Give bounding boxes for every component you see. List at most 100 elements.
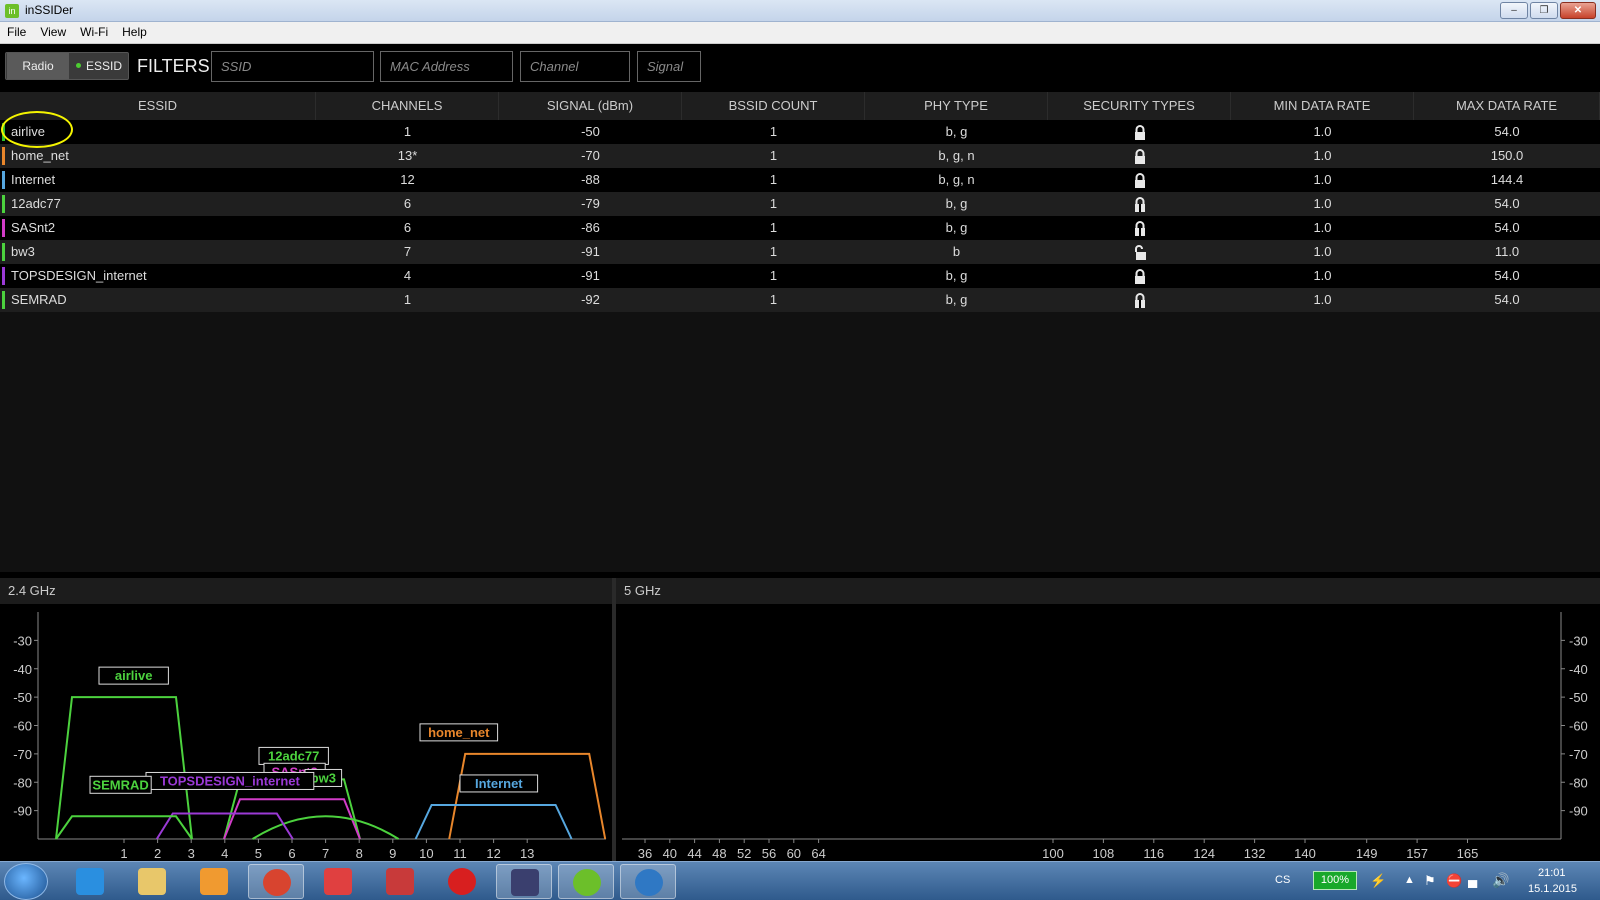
channel-filter-input[interactable]	[520, 51, 630, 82]
signal-curve	[414, 803, 573, 840]
minimize-button[interactable]: –	[1500, 2, 1528, 19]
col-min-rate[interactable]: MIN DATA RATE	[1231, 92, 1414, 120]
col-essid[interactable]: ESSID	[0, 92, 316, 120]
col-channels[interactable]: CHANNELS	[316, 92, 499, 120]
power-plug-icon[interactable]: ⚡	[1370, 873, 1386, 889]
x-tick-label: 7	[322, 846, 329, 861]
taskbar-media-player-button[interactable]	[186, 864, 242, 899]
essid-toggle[interactable]: ESSID	[70, 53, 128, 79]
signal-filter-input[interactable]	[637, 51, 701, 82]
cell-min-rate: 1.0	[1313, 292, 1332, 307]
inssider-icon	[573, 869, 601, 896]
y-tick-label: -30	[1569, 633, 1588, 648]
signal-curve	[223, 798, 361, 840]
security-alert-icon[interactable]: ⛔	[1446, 873, 1462, 889]
x-tick-label: 40	[663, 846, 677, 861]
col-phy-type[interactable]: PHY TYPE	[865, 92, 1048, 120]
mac-filter-input[interactable]	[380, 51, 513, 82]
cell-phy-type: b, g	[945, 220, 968, 235]
close-button[interactable]: ✕	[1560, 2, 1596, 19]
x-tick-label: 100	[1042, 846, 1064, 861]
col-bssid-count[interactable]: BSSID COUNT	[682, 92, 865, 120]
cell-max-rate: 54.0	[1494, 220, 1520, 235]
weak-lock-icon	[1134, 196, 1145, 212]
menu-help[interactable]: Help	[115, 22, 154, 39]
cell-security	[1048, 144, 1231, 168]
cell-security	[1048, 120, 1231, 144]
table-row[interactable]: Internet 12 -88 1 b, g, n 1.0 144.4	[0, 168, 1600, 192]
taskbar-chrome-button[interactable]	[248, 864, 304, 899]
active-dot-icon	[75, 63, 81, 68]
cell-signal: -86	[581, 220, 600, 235]
table-row[interactable]: airlive 1 -50 1 b, g 1.0 54.0	[0, 120, 1600, 144]
start-button-icon[interactable]	[4, 863, 48, 900]
taskbar-app-grid-button[interactable]	[310, 864, 366, 899]
network-label: 12adc77	[268, 748, 319, 763]
x-tick-label: 3	[188, 846, 195, 861]
ssid-filter-input[interactable]	[211, 51, 374, 82]
cell-bssid-count: 1	[769, 148, 778, 163]
cell-channels: 6	[403, 220, 412, 235]
clock-date[interactable]: 15.1.2015	[1528, 883, 1577, 895]
internet-explorer-icon	[76, 868, 104, 895]
cell-bssid-count: 1	[769, 124, 778, 139]
cell-essid: home_net	[11, 148, 69, 163]
menu-bar: File View Wi-Fi Help	[0, 22, 1600, 44]
cell-bssid-count: 1	[769, 172, 778, 187]
table-row[interactable]: bw3 7 -91 1 b 1.0 11.0	[0, 240, 1600, 264]
cell-min-rate: 1.0	[1313, 220, 1332, 235]
table-row[interactable]: TOPSDESIGN_internet 4 -91 1 b, g 1.0 54.0	[0, 264, 1600, 288]
y-tick-label: -40	[13, 662, 32, 677]
menu-view[interactable]: View	[33, 22, 73, 39]
taskbar-save-app-button[interactable]	[496, 864, 552, 899]
cell-bssid-count: 1	[769, 292, 778, 307]
col-signal[interactable]: SIGNAL (dBm)	[499, 92, 682, 120]
table-row[interactable]: home_net 13* -70 1 b, g, n 1.0 150.0	[0, 144, 1600, 168]
table-row[interactable]: 12adc77 6 -79 1 b, g 1.0 54.0	[0, 192, 1600, 216]
y-tick-label: -30	[13, 633, 32, 648]
cell-channels: 1	[403, 292, 412, 307]
menu-file[interactable]: File	[0, 22, 33, 39]
taskbar-inssider-button[interactable]	[558, 864, 614, 899]
network-label: SEMRAD	[92, 777, 148, 792]
radio-toggle[interactable]: Radio	[7, 53, 69, 79]
network-signal-icon[interactable]: ▄	[1468, 872, 1477, 887]
taskbar-thunderbird-button[interactable]	[620, 864, 676, 899]
show-hidden-icons-icon[interactable]: ▲	[1404, 874, 1415, 886]
filter-bar: Radio ESSID FILTERS:	[0, 44, 1600, 88]
action-center-flag-icon[interactable]: ⚑	[1424, 873, 1436, 889]
y-tick-label: -90	[13, 804, 32, 819]
cell-max-rate: 150.0	[1490, 148, 1524, 163]
x-tick-label: 6	[288, 846, 295, 861]
x-tick-label: 10	[419, 846, 433, 861]
cell-essid: SASnt2	[11, 220, 56, 235]
taskbar-mail-button[interactable]	[372, 864, 428, 899]
x-tick-label: 149	[1356, 846, 1378, 861]
col-security[interactable]: SECURITY TYPES	[1048, 92, 1231, 120]
taskbar-file-explorer-button[interactable]	[124, 864, 180, 899]
cell-max-rate: 54.0	[1494, 196, 1520, 211]
taskbar-internet-explorer-button[interactable]	[62, 864, 118, 899]
x-tick-label: 60	[787, 846, 801, 861]
restore-button[interactable]: ❐	[1530, 2, 1558, 19]
x-tick-label: 56	[762, 846, 776, 861]
cell-channels: 12	[400, 172, 415, 187]
cell-essid: bw3	[11, 244, 35, 259]
cell-min-rate: 1.0	[1313, 244, 1332, 259]
volume-icon[interactable]: 🔊	[1492, 872, 1509, 889]
col-max-rate[interactable]: MAX DATA RATE	[1414, 92, 1600, 120]
x-tick-label: 64	[811, 846, 825, 861]
weak-lock-icon	[1134, 292, 1145, 308]
table-row[interactable]: SEMRAD 1 -92 1 b, g 1.0 54.0	[0, 288, 1600, 312]
taskbar-opera-button[interactable]	[434, 864, 490, 899]
language-indicator[interactable]: CS	[1275, 874, 1290, 886]
clock-time[interactable]: 21:01	[1538, 867, 1566, 879]
cell-max-rate: 54.0	[1494, 124, 1520, 139]
cell-max-rate: 144.4	[1490, 172, 1524, 187]
cell-essid: TOPSDESIGN_internet	[11, 268, 147, 283]
table-row[interactable]: SASnt2 6 -86 1 b, g 1.0 54.0	[0, 216, 1600, 240]
battery-indicator[interactable]: 100%	[1313, 871, 1357, 890]
menu-wifi[interactable]: Wi-Fi	[73, 22, 115, 39]
network-label: bw3	[311, 770, 336, 785]
x-tick-label: 108	[1093, 846, 1115, 861]
